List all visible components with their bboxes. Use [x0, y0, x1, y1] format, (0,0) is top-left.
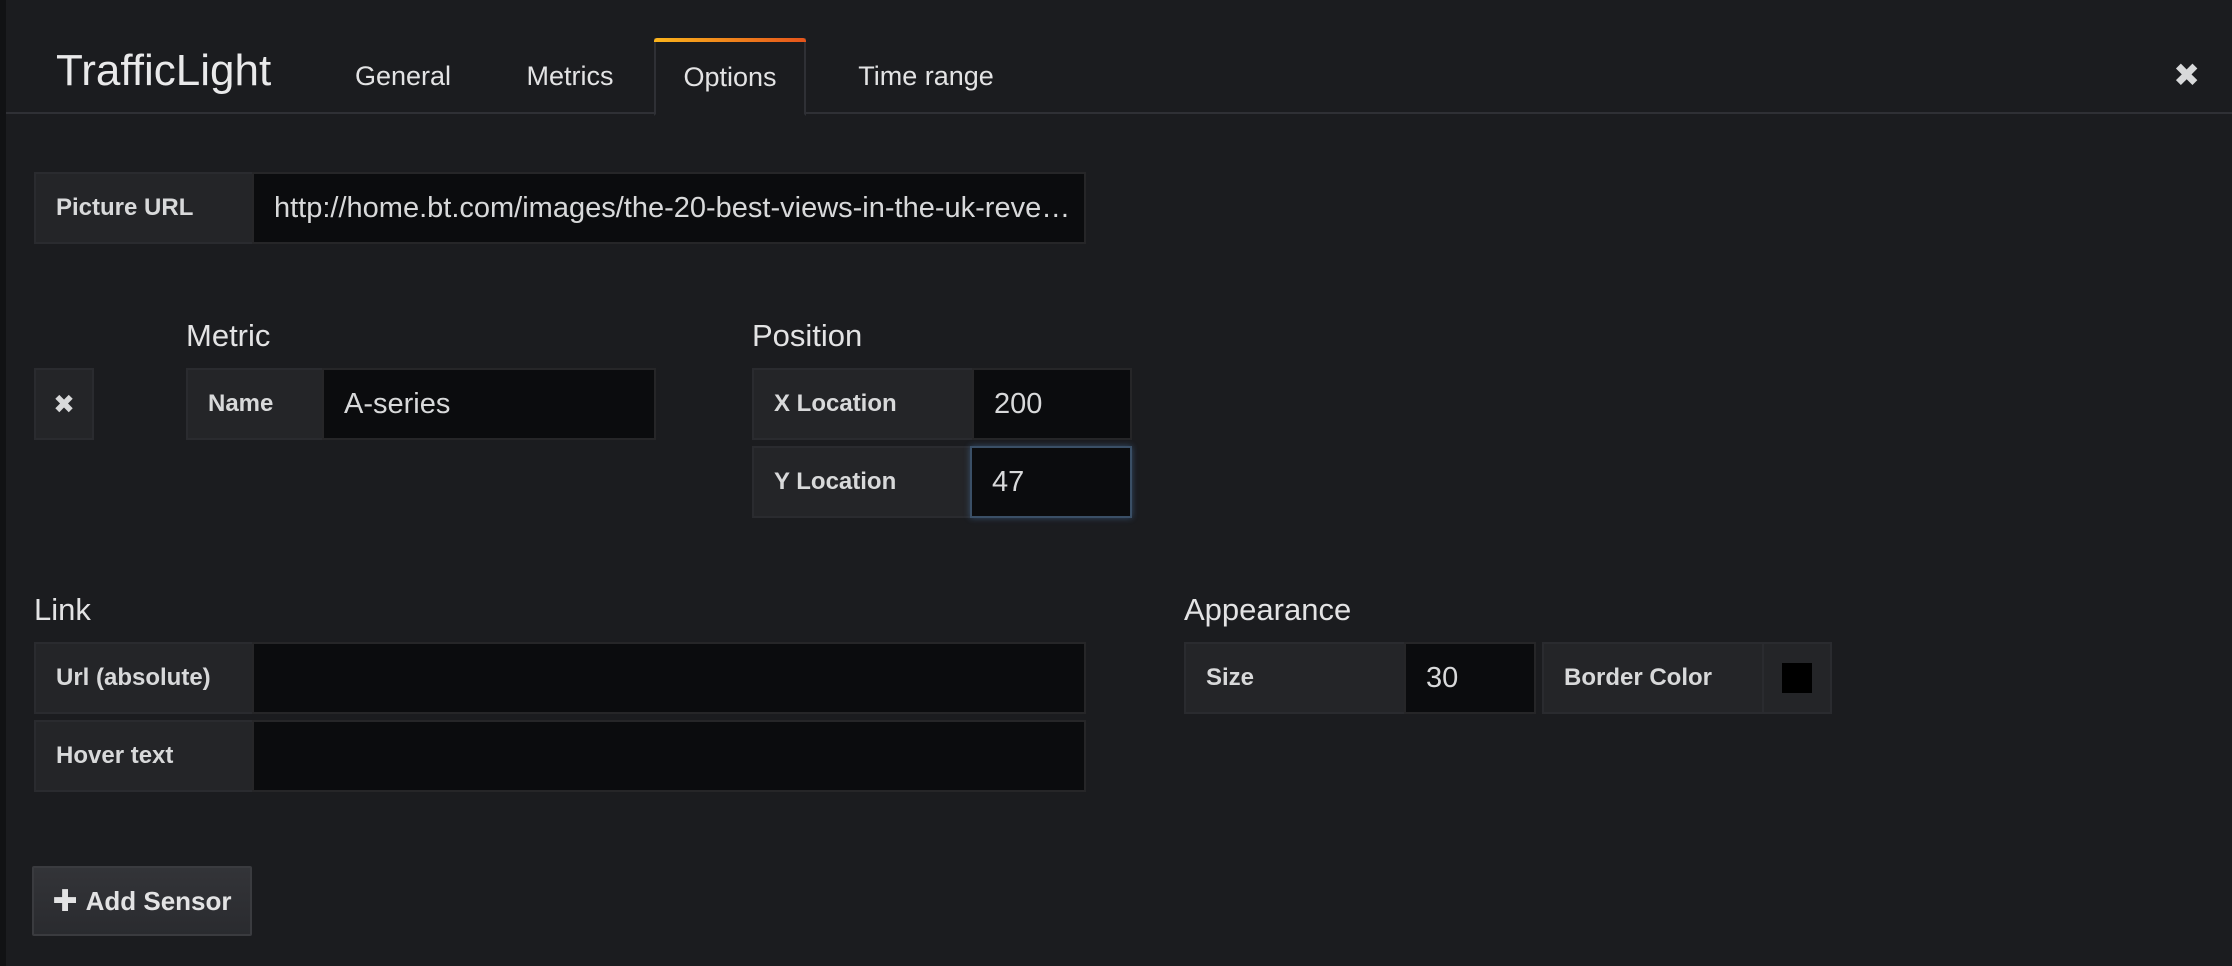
- tab-general[interactable]: General: [328, 38, 478, 114]
- tab-time-range[interactable]: Time range: [826, 38, 1026, 114]
- x-location-value: 200: [994, 387, 1043, 420]
- picture-url-label: Picture URL: [34, 172, 254, 244]
- tab-metrics[interactable]: Metrics: [494, 38, 646, 114]
- metric-name-label: Name: [186, 368, 324, 440]
- url-absolute-label: Url (absolute): [34, 642, 254, 714]
- editor-header: TrafficLight General Metrics Options Tim…: [6, 0, 2232, 116]
- close-icon: ✖: [2173, 57, 2200, 93]
- border-color-label: Border Color: [1542, 642, 1764, 714]
- size-input[interactable]: 30: [1404, 642, 1536, 714]
- y-location-value: 47: [992, 465, 1025, 498]
- y-location-label: Y Location: [752, 446, 974, 518]
- y-location-input[interactable]: 47: [970, 446, 1132, 518]
- tab-label: General: [354, 60, 452, 91]
- border-color-swatch: [1782, 663, 1812, 693]
- hover-text-input[interactable]: [252, 720, 1086, 792]
- position-heading: Position: [752, 318, 863, 353]
- appearance-heading: Appearance: [1184, 592, 1352, 627]
- picture-url-value: http://home.bt.com/images/the-20-best-vi…: [274, 191, 1084, 224]
- tab-label: Options: [683, 61, 777, 92]
- metric-name-value: A-series: [344, 387, 451, 420]
- remove-sensor-button[interactable]: ✖: [34, 368, 94, 440]
- add-sensor-label: Add Sensor: [85, 885, 232, 916]
- panel-editor: TrafficLight General Metrics Options Tim…: [0, 0, 2232, 966]
- close-icon: ✖: [53, 388, 75, 419]
- close-editor-button[interactable]: ✖: [2173, 56, 2200, 94]
- plus-icon: ✚: [52, 884, 78, 918]
- hover-text-label: Hover text: [34, 720, 254, 792]
- border-color-picker[interactable]: [1762, 642, 1832, 714]
- tab-label: Time range: [858, 60, 994, 91]
- x-location-input[interactable]: 200: [972, 368, 1132, 440]
- tab-options[interactable]: Options: [654, 38, 806, 116]
- url-absolute-input[interactable]: [252, 642, 1086, 714]
- x-location-label: X Location: [752, 368, 974, 440]
- picture-url-input[interactable]: http://home.bt.com/images/the-20-best-vi…: [252, 172, 1086, 244]
- panel-title: TrafficLight: [56, 46, 272, 95]
- left-edge-divider: [0, 0, 6, 966]
- add-sensor-button[interactable]: ✚ Add Sensor: [32, 866, 252, 936]
- size-label: Size: [1184, 642, 1406, 714]
- metric-name-input[interactable]: A-series: [322, 368, 656, 440]
- metric-heading: Metric: [186, 318, 271, 353]
- tab-label: Metrics: [526, 60, 614, 91]
- link-heading: Link: [34, 592, 91, 627]
- size-value: 30: [1426, 661, 1459, 694]
